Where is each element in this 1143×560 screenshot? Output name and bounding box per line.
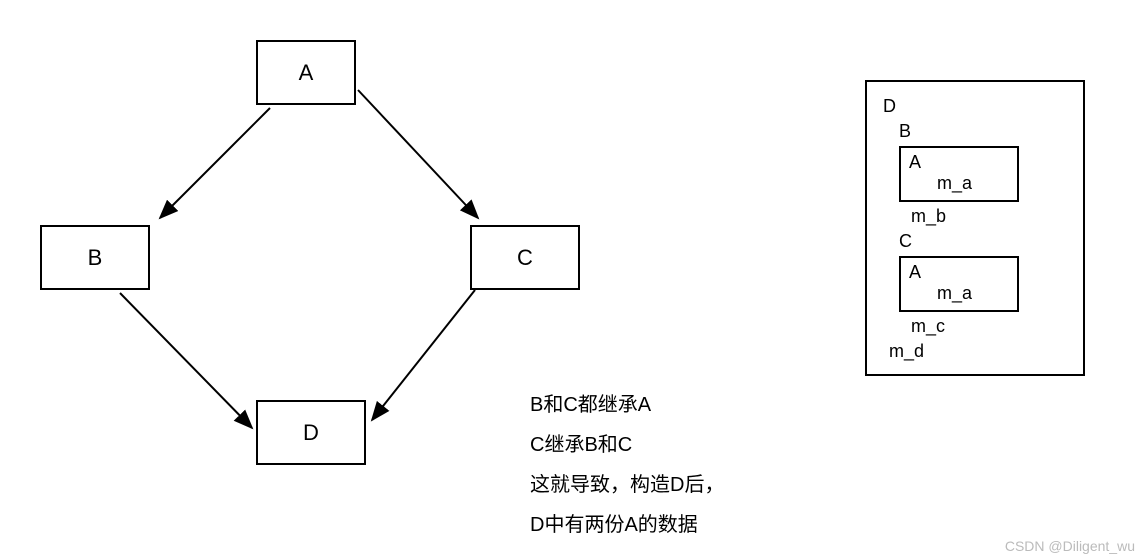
node-D: D [256,400,366,465]
explanation-line-3: 这就导致，构造D后， [530,465,724,505]
mem-B-label: B [899,121,1067,142]
mem-B-A-box: A m_a [899,146,1019,202]
mem-C-A-ma: m_a [937,283,1009,304]
mem-B-A-ma: m_a [937,173,1009,194]
node-A: A [256,40,356,105]
mem-C-A-box: A m_a [899,256,1019,312]
mem-D-md: m_d [889,341,1067,362]
explanation-line-4: D中有两份A的数据 [530,505,724,545]
mem-C-A-label: A [909,262,1009,283]
mem-B-A-label: A [909,152,1009,173]
memory-layout-panel: D B A m_a m_b C A m_a m_c m_d [865,80,1085,376]
arrow-A-to-C [358,90,478,218]
node-B: B [40,225,150,290]
explanation-line-2: C继承B和C [530,425,724,465]
mem-D-label: D [883,96,1067,117]
node-C: C [470,225,580,290]
arrow-A-to-B [160,108,270,218]
watermark: CSDN @Diligent_wu [1005,538,1135,554]
mem-C-label: C [899,231,1067,252]
mem-C-mc: m_c [911,316,1067,337]
mem-B-mb: m_b [911,206,1067,227]
explanation-text: B和C都继承A C继承B和C 这就导致，构造D后， D中有两份A的数据 [530,385,724,545]
arrow-B-to-D [120,293,252,428]
explanation-line-1: B和C都继承A [530,385,724,425]
arrow-C-to-D [372,290,475,420]
